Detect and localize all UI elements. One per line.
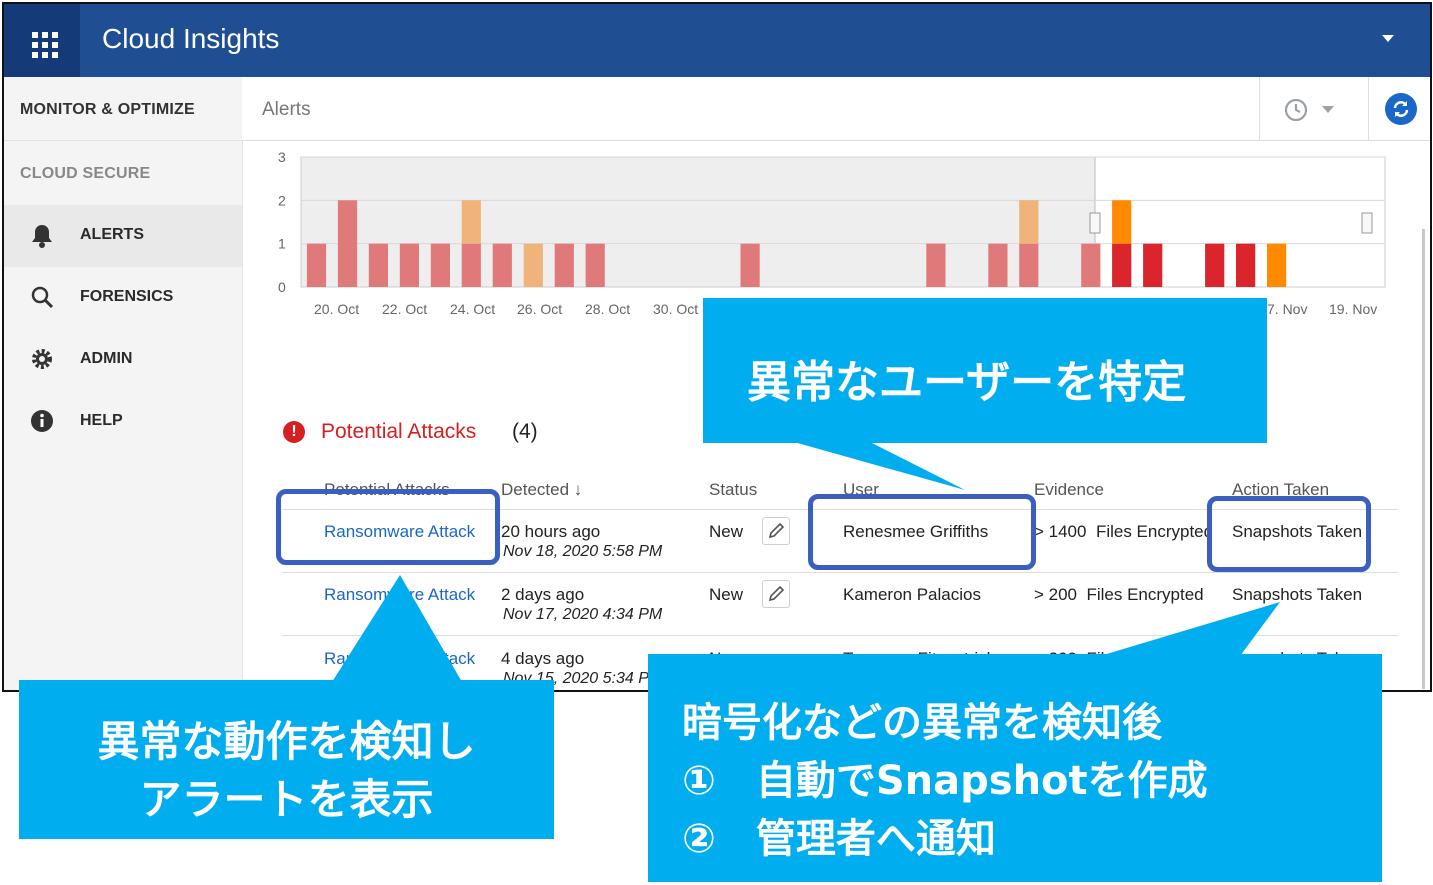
callout-user: 異常なユーザーを特定: [703, 298, 1267, 443]
callout-alert: 異常な動作を検知し アラートを表示: [19, 680, 554, 839]
callout-snapshot: 暗号化などの異常を検知後 ① 自動でSnapshotを作成 ② 管理者へ通知: [648, 654, 1382, 882]
